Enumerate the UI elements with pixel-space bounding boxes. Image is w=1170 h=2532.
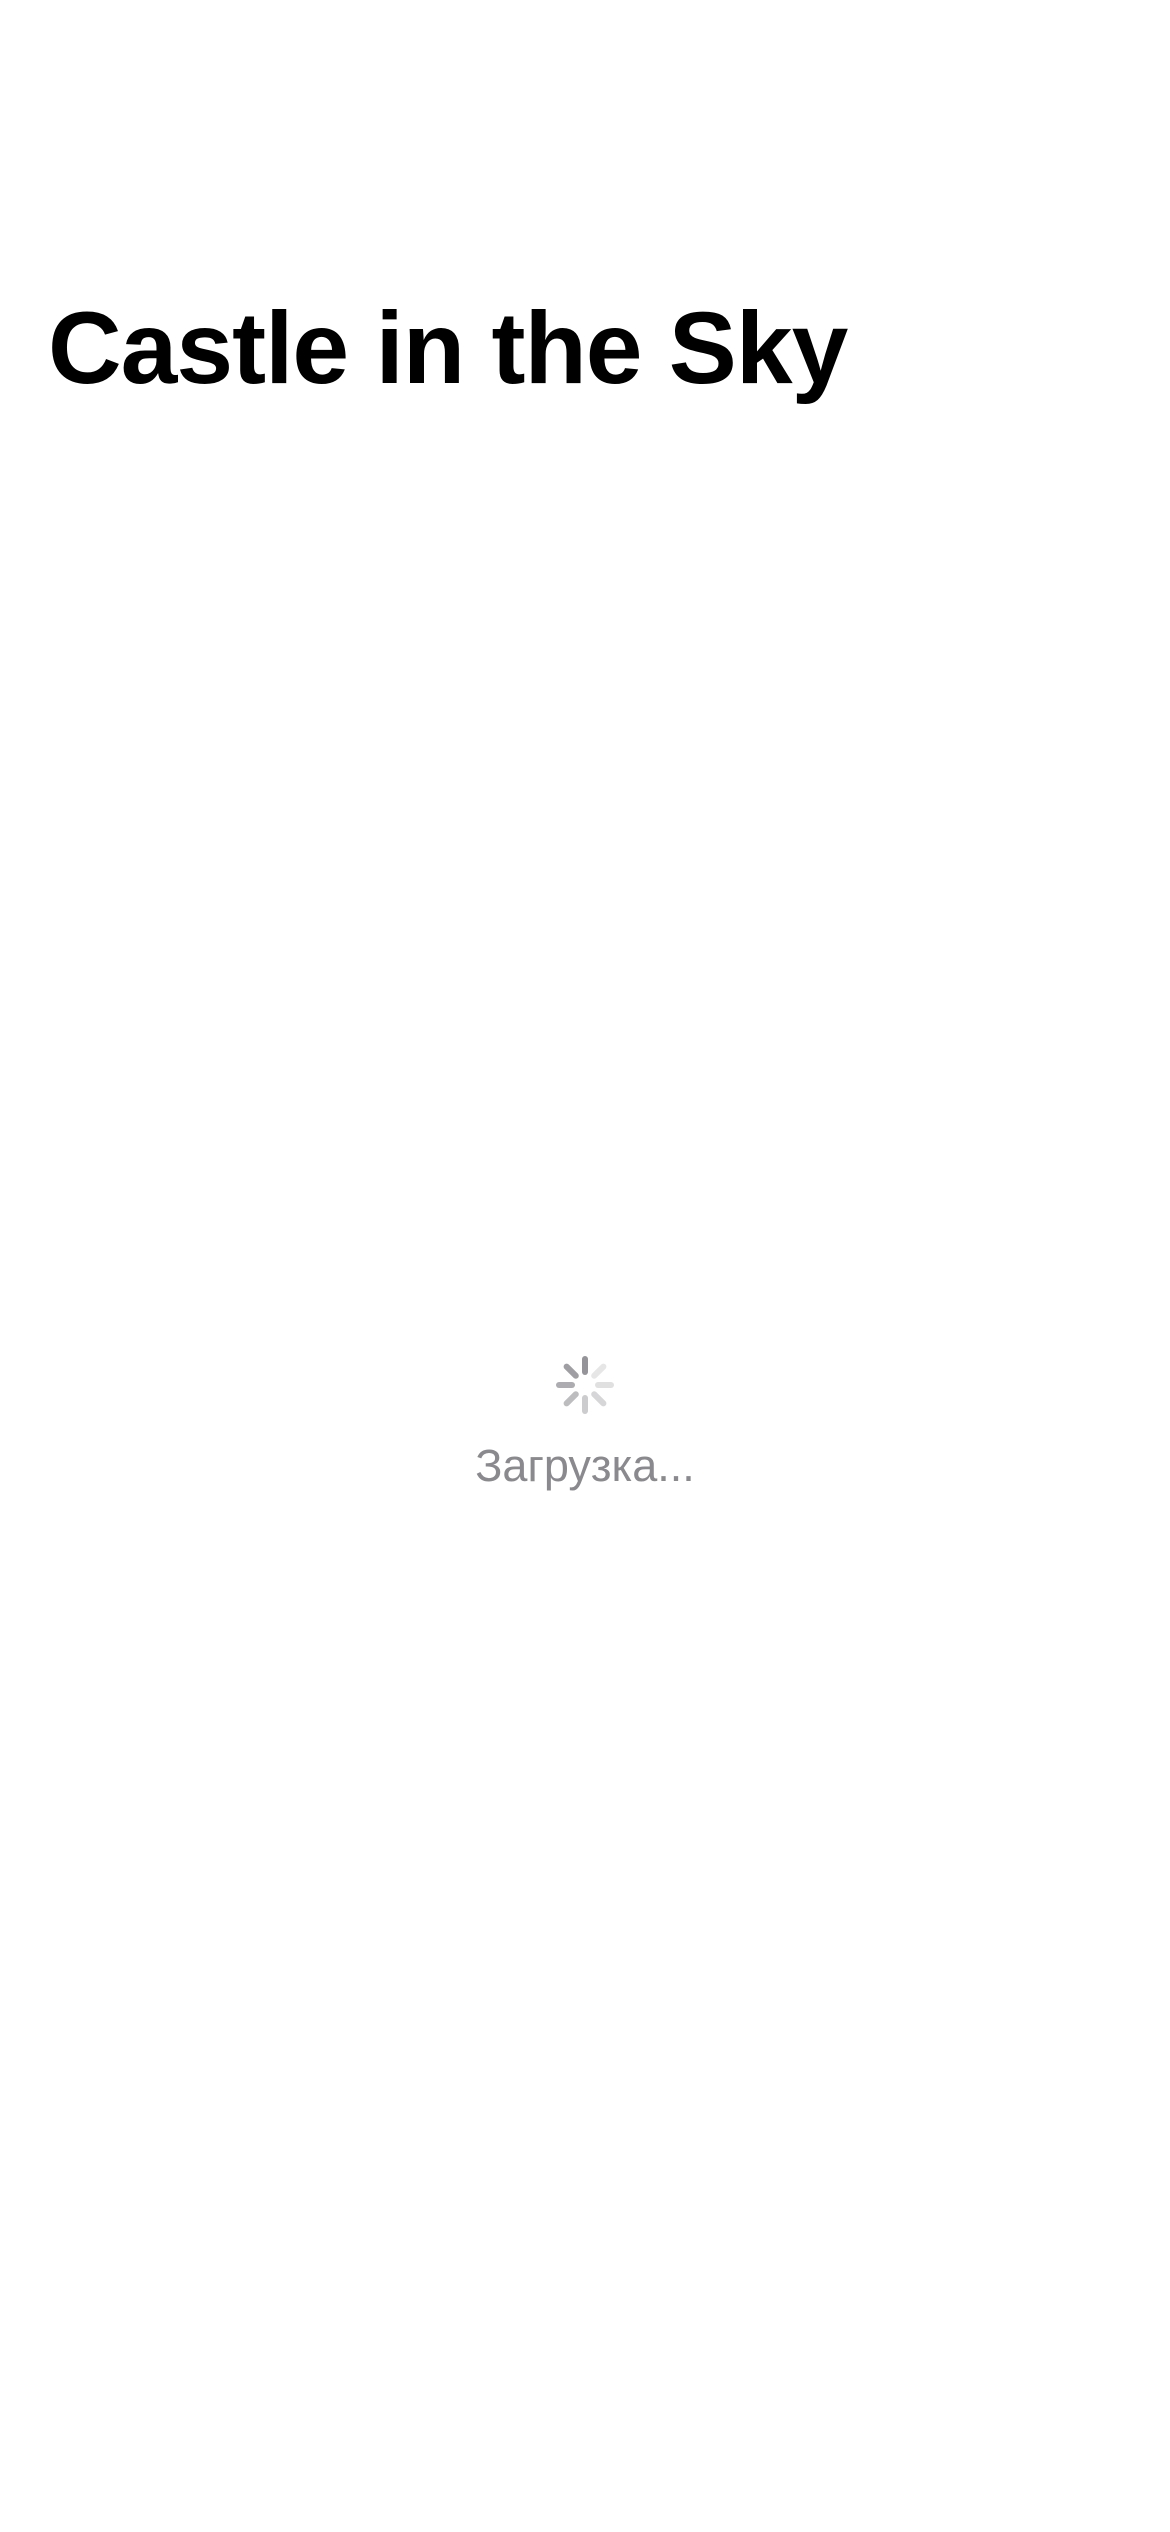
page-title: Castle in the Sky — [48, 291, 848, 405]
loading-indicator: Загрузка... — [0, 1355, 1170, 1493]
loading-label: Загрузка... — [475, 1440, 695, 1491]
activity-indicator-icon — [556, 1356, 614, 1414]
screen: Castle in the Sky Загрузка... — [0, 0, 1170, 2532]
